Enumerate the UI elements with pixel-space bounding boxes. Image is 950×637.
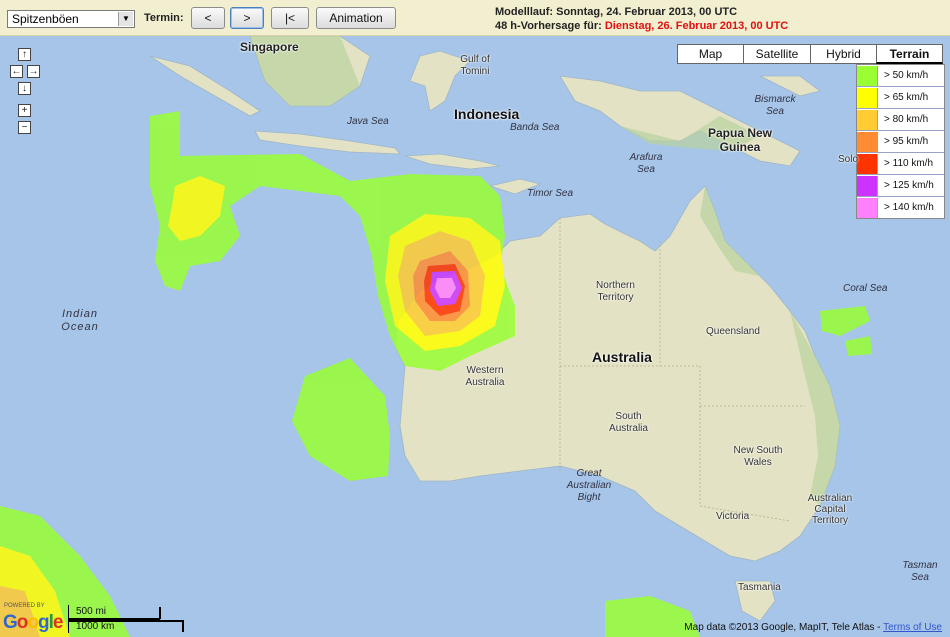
variable-select[interactable]: Spitzenböen ▼ <box>7 10 135 28</box>
label-south-australia: South Australia <box>609 411 648 434</box>
forecast-date: Dienstag, 26. Februar 2013, 00 UTC <box>604 20 789 32</box>
legend-label: > 140 km/h <box>884 202 934 213</box>
first-button[interactable]: |< <box>271 7 309 29</box>
scale-bar: 500 mi 1000 km <box>68 605 184 633</box>
pan-down-button[interactable]: ↓ <box>18 82 31 95</box>
map-type-map[interactable]: Map <box>677 44 744 64</box>
powered-by-text: POWERED BY <box>4 603 45 609</box>
label-coral-sea: Coral Sea <box>843 283 888 294</box>
prev-button[interactable]: < <box>191 7 225 29</box>
map-type-terrain[interactable]: Terrain <box>876 44 943 64</box>
label-timor-sea: Timor Sea <box>527 188 574 199</box>
variable-select-value: Spitzenböen <box>12 12 79 26</box>
legend-swatch <box>857 131 878 152</box>
legend-swatch <box>857 197 878 218</box>
pan-left-button[interactable]: ← <box>10 65 23 78</box>
label-indonesia: Indonesia <box>454 106 520 122</box>
map-attribution: Map data ©2013 Google, MapIT, Tele Atlas… <box>684 622 942 633</box>
attribution-text: Map data ©2013 Google, MapIT, Tele Atlas… <box>684 622 884 633</box>
label-gulf-of-tomini: Gulf of Tomini <box>460 54 490 77</box>
legend-row: > 65 km/h <box>857 87 944 109</box>
scale-miles: 500 mi <box>76 606 107 617</box>
legend-row: > 125 km/h <box>857 175 944 197</box>
legend-label: > 125 km/h <box>884 180 934 191</box>
map-layers <box>0 36 950 637</box>
legend-row: > 50 km/h <box>857 65 944 87</box>
legend-swatch <box>857 65 878 86</box>
legend-swatch <box>857 109 878 130</box>
map-type-satellite[interactable]: Satellite <box>743 44 811 64</box>
legend-swatch <box>857 175 878 196</box>
pan-up-button[interactable]: ↑ <box>18 48 31 61</box>
label-new-south-wales: New South Wales <box>733 445 783 468</box>
label-bismarck-sea: Bismarck Sea <box>754 94 796 117</box>
next-button[interactable]: > <box>230 7 264 29</box>
legend-row: > 80 km/h <box>857 109 944 131</box>
label-banda-sea: Banda Sea <box>510 122 560 133</box>
label-victoria: Victoria <box>716 511 750 522</box>
label-australia: Australia <box>592 349 652 365</box>
label-queensland: Queensland <box>706 326 760 337</box>
legend-swatch <box>857 153 878 174</box>
label-tasman-sea: Tasman Sea <box>902 560 938 583</box>
label-indian-ocean: Indian Ocean <box>61 308 99 333</box>
label-tasmania: Tasmania <box>738 582 781 593</box>
legend-label: > 50 km/h <box>884 70 929 81</box>
forecast-prefix: 48 h-Vorhersage für: <box>495 20 605 32</box>
legend-label: > 80 km/h <box>884 114 929 125</box>
label-northern-territory: Northern Territory <box>596 280 635 303</box>
legend-label: > 110 km/h <box>884 158 934 169</box>
map-canvas[interactable]: ↑ ← → ↓ + − Map Satellite Hybrid Terrain… <box>0 36 950 637</box>
toolbar: Spitzenböen ▼ Termin: < > |< Animation M… <box>0 0 950 36</box>
forecast-info: 48 h-Vorhersage für: Dienstag, 26. Febru… <box>495 20 788 32</box>
animation-button[interactable]: Animation <box>316 7 396 29</box>
legend-label: > 95 km/h <box>884 136 929 147</box>
model-run-info: Modelllauf: Sonntag, 24. Februar 2013, 0… <box>495 6 738 18</box>
label-java-sea: Java Sea <box>347 116 389 127</box>
google-logo[interactable]: Google <box>3 612 63 634</box>
label-solo: Solo <box>838 154 859 165</box>
map-type-hybrid[interactable]: Hybrid <box>810 44 877 64</box>
pan-right-button[interactable]: → <box>27 65 40 78</box>
label-arafura-sea: Arafura Sea <box>629 152 663 175</box>
label-australian-capital-territory: Australian Capital Territory <box>807 493 853 526</box>
termin-label: Termin: <box>144 12 184 24</box>
label-great-australian-bight: Great Australian Bight <box>566 468 612 503</box>
zoom-in-button[interactable]: + <box>18 104 31 117</box>
legend-row: > 110 km/h <box>857 153 944 175</box>
legend-row: > 140 km/h <box>857 197 944 218</box>
scale-km: 1000 km <box>76 621 115 632</box>
label-western-australia: Western Australia <box>465 365 505 388</box>
legend-swatch <box>857 87 878 108</box>
label-papua-new-guinea: Papua New Guinea <box>707 126 773 154</box>
terms-of-use-link[interactable]: Terms of Use <box>883 622 942 633</box>
chevron-down-icon[interactable]: ▼ <box>118 12 133 26</box>
legend-label: > 65 km/h <box>884 92 929 103</box>
zoom-out-button[interactable]: − <box>18 121 31 134</box>
legend-row: > 95 km/h <box>857 131 944 153</box>
label-singapore: Singapore <box>240 40 299 54</box>
gust-legend: > 50 km/h > 65 km/h > 80 km/h > 95 km/h > 11… <box>856 64 945 219</box>
